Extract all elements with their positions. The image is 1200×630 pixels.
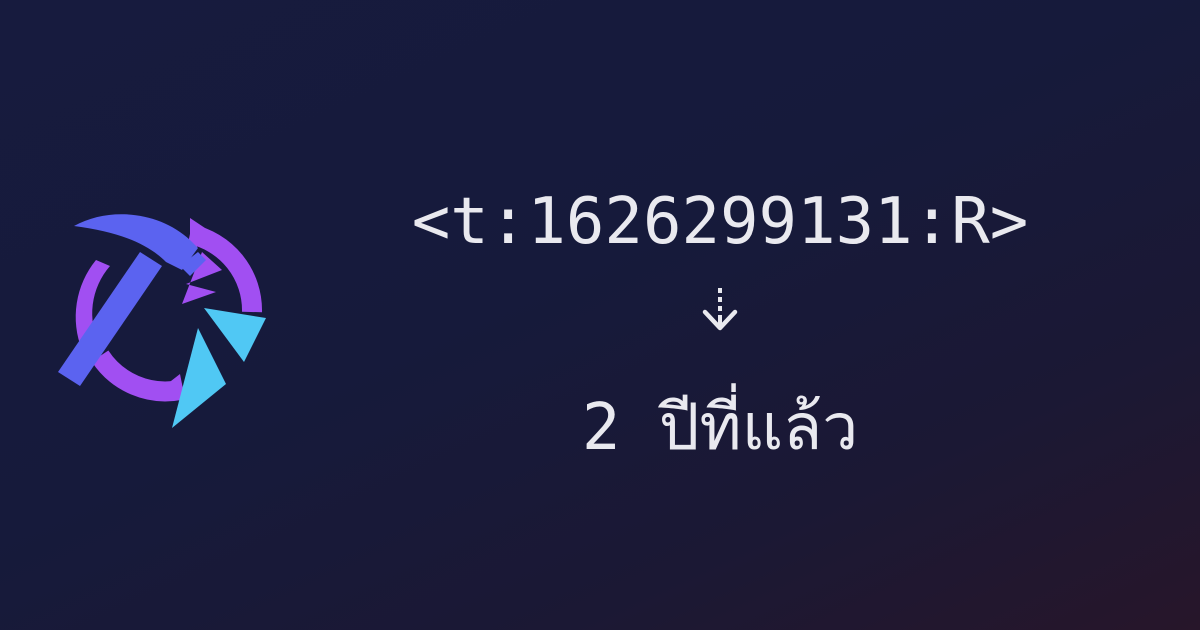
timestamp-code-text: <t:1626299131:R> [411, 185, 1029, 259]
triangle-shards-icon [172, 308, 266, 428]
relative-time-result-text: 2 ปีที่แล้ว [581, 391, 859, 465]
hammer-clock-logo-icon [40, 200, 280, 440]
dotted-arrow-down-icon [700, 286, 740, 336]
